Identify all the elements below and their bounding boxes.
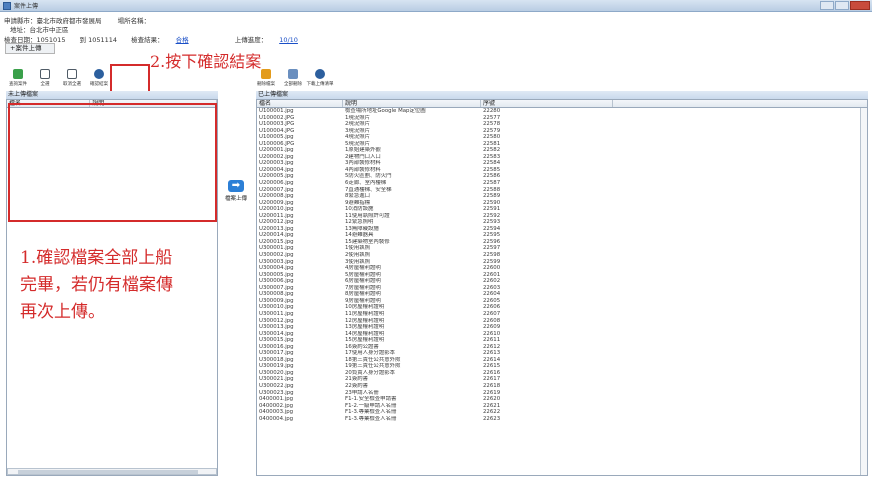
right-grid-header: 檔名 說明 序號 [257, 100, 867, 108]
delete-file-button[interactable]: 刪除檔案 [254, 68, 278, 90]
delete-file-label: 刪除檔案 [257, 82, 275, 87]
upload-files-label: 檔案上傳 [224, 196, 247, 202]
window-titlebar: 案件上傳 [0, 0, 872, 12]
left-scroll-thumb[interactable] [18, 470, 198, 474]
progress-label: 上傳進度： [234, 36, 268, 44]
delete-all-label: 全部刪除 [284, 82, 302, 87]
result-link[interactable]: 合格 [176, 36, 189, 44]
uploaded-files-grid[interactable]: 檔名 說明 序號 U100001.jpg 檢查場所地址Google Map定位圖 2… [256, 99, 868, 476]
right-vertical-scrollbar[interactable] [860, 108, 867, 475]
download-list-button[interactable]: 下載上傳清單 [306, 68, 334, 90]
progress-link[interactable]: 10/10 [279, 36, 298, 44]
deselect-all-label: 取消全選 [63, 82, 81, 87]
select-all-label: 全選 [40, 82, 50, 87]
case-name-label: 場所名稱： [117, 17, 151, 25]
right-col-serial[interactable]: 序號 [481, 100, 613, 107]
step1-annotation-line3: 再次上傳。 [20, 302, 105, 322]
to-date: 到 1051114 [79, 36, 118, 44]
right-toolbar: 刪除檔案 全部刪除 下載上傳清單 [254, 68, 335, 90]
delete-all-icon [288, 69, 298, 79]
window-controls [819, 1, 870, 11]
case-upload-tab[interactable]: +案件上傳 [5, 43, 55, 54]
confirm-highlight-box [110, 64, 150, 94]
step1-annotation-line1: 1.確認檔案全部上船 [20, 248, 173, 268]
right-pane-title: 已上傳檔案 [256, 91, 868, 99]
step1-annotation-line2: 完畢，若仍有檔案傳 [20, 275, 173, 295]
maximize-button[interactable] [835, 1, 849, 10]
row-serial: 22623 [483, 415, 501, 422]
confirm-icon [94, 69, 104, 79]
left-horizontal-scrollbar[interactable] [7, 468, 217, 475]
address-label: 地址：台北市中正區 [10, 26, 69, 34]
minimize-button[interactable] [820, 1, 834, 10]
step2-annotation: 2.按下確認結案 [150, 52, 262, 71]
right-grid-body: U100001.jpg 檢查場所地址Google Map定位圖 22280 U1000… [257, 108, 867, 422]
right-col-filename[interactable]: 檔名 [257, 100, 343, 107]
row-description: F1-3.專業檢查人名冊 [345, 415, 397, 422]
app-icon [3, 2, 11, 10]
confirm-close-case-label: 確認結案 [90, 82, 108, 87]
select-all-button[interactable]: 全選 [33, 68, 57, 90]
right-col-description[interactable]: 說明 [343, 100, 481, 107]
window-title: 案件上傳 [14, 3, 39, 10]
row-filename: 0400004.jpg [259, 415, 294, 422]
checkbox-icon [40, 69, 50, 79]
query-icon [13, 69, 23, 79]
query-case-label: 查詢案件 [9, 82, 27, 87]
delete-file-icon [261, 69, 271, 79]
unuploaded-highlight-box [8, 103, 217, 222]
confirm-close-case-button[interactable]: 確認結案 [87, 68, 111, 90]
close-button[interactable] [850, 1, 870, 10]
left-pane-title: 未上傳檔案 [6, 91, 218, 99]
download-list-label: 下載上傳清單 [306, 82, 334, 87]
query-case-button[interactable]: 查詢案件 [6, 68, 30, 90]
left-toolbar: 查詢案件 全選 取消全選 確認結案 [6, 68, 114, 90]
delete-all-button[interactable]: 全部刪除 [281, 68, 305, 90]
empty-checkbox-icon [67, 69, 77, 79]
result-label: 檢查結果： [131, 36, 164, 44]
table-row[interactable]: 0400004.jpg F1-3.專業檢查人名冊 22623 [257, 416, 867, 423]
deselect-all-button[interactable]: 取消全選 [60, 68, 84, 90]
right-arrow-icon: ➡ [228, 180, 244, 192]
download-icon [315, 69, 325, 79]
upload-files-button[interactable]: ➡ 檔案上傳 [222, 180, 250, 210]
